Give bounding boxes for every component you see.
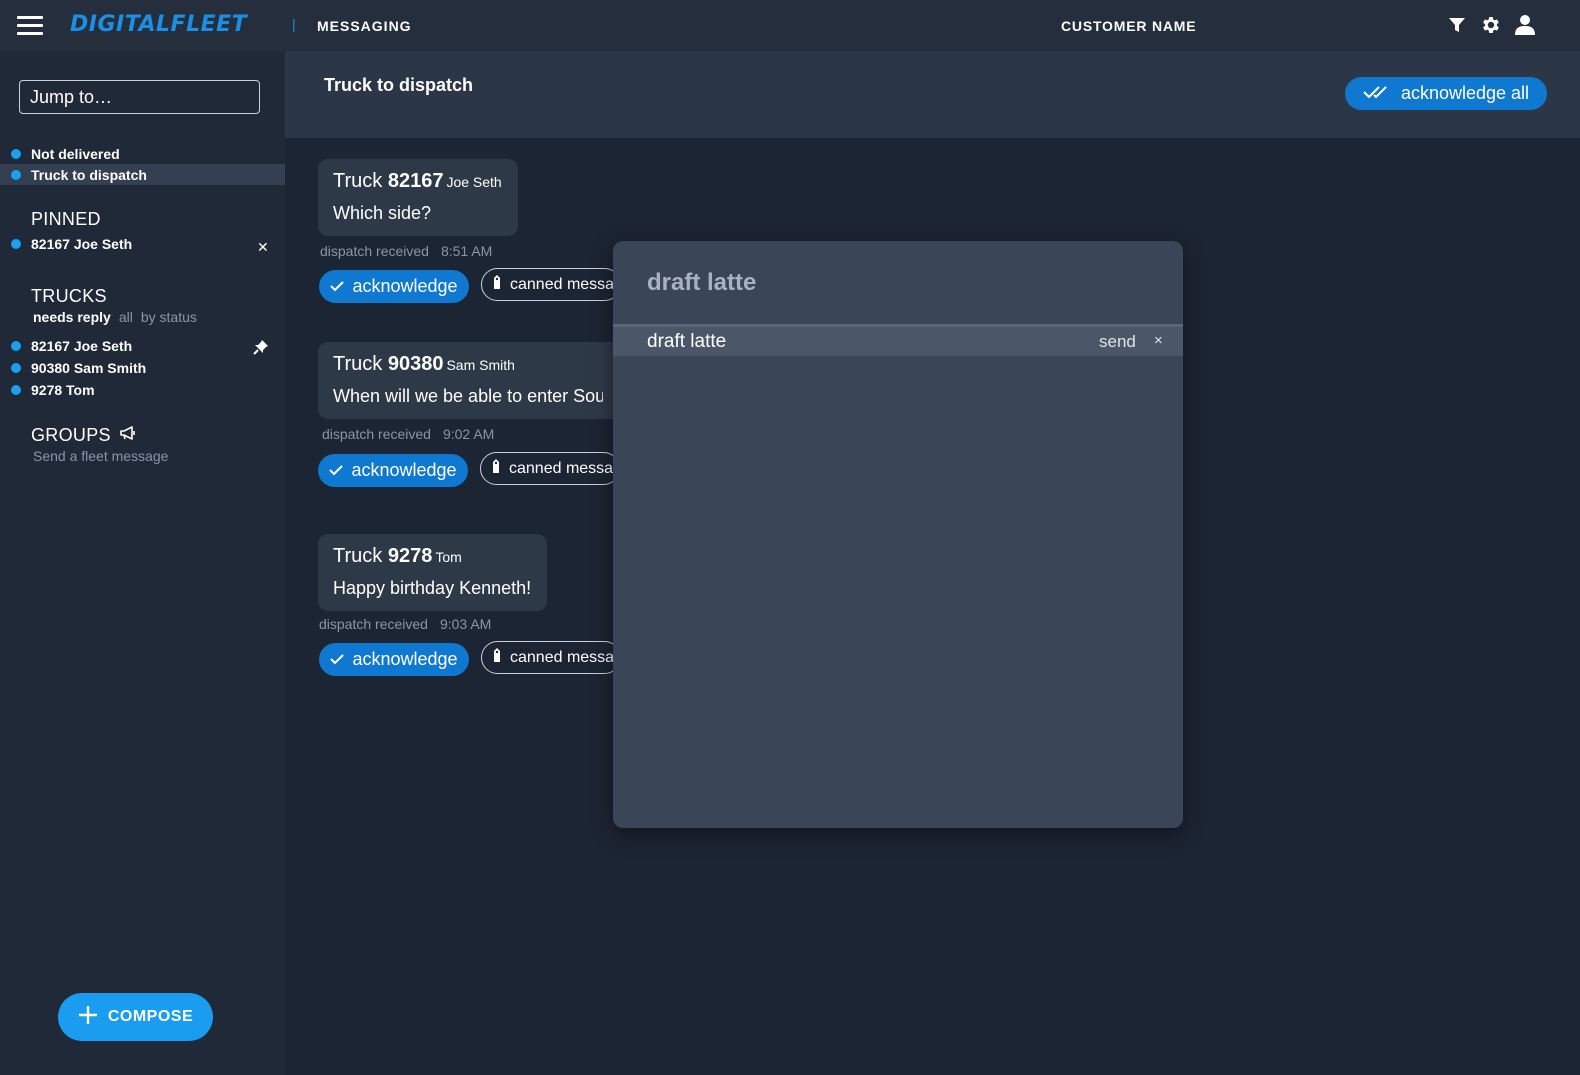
draft-text: draft latte (647, 330, 727, 352)
acknowledge-all-label: acknowledge all (1400, 83, 1530, 103)
hamburger-menu-icon[interactable] (17, 16, 43, 36)
status-dot-icon (11, 362, 21, 373)
canned-message-button[interactable]: canned message (481, 268, 621, 301)
pinned-heading: PINNED (31, 209, 101, 229)
truck-item-82167[interactable]: 82167 Joe Seth (0, 335, 250, 356)
truck-number: 9278 (387, 545, 433, 567)
jump-to-input[interactable] (19, 80, 260, 114)
delivery-status: dispatch received (320, 243, 429, 259)
tag-icon (492, 647, 502, 668)
message-text: When will we be able to enter South (333, 386, 603, 406)
status-dot-icon (11, 148, 21, 159)
tag-icon (491, 458, 501, 479)
check-icon (329, 460, 344, 481)
canned-message-label: canned message (510, 275, 621, 293)
message-bubble: Truck 9278 Tom Happy birthday Kenneth! (318, 534, 547, 611)
sidebar-item-label: 90380 Sam Smith (31, 359, 147, 376)
filter-by-status[interactable]: by status (141, 309, 197, 325)
send-button[interactable]: send (1099, 332, 1136, 352)
driver-name: Tom (435, 549, 462, 565)
acknowledge-button[interactable]: acknowledge (319, 643, 469, 676)
truck-item-9278[interactable]: 9278 Tom (0, 379, 285, 400)
sidebar-item-label: 82167 Joe Seth (31, 235, 133, 252)
delivery-status: dispatch received (319, 616, 428, 632)
tag-icon (492, 274, 502, 295)
groups-heading-label: GROUPS (31, 425, 111, 445)
sidebar-item-label: Not delivered (31, 145, 120, 162)
canned-message-label: canned message (509, 459, 620, 477)
draft-modal: draft latte draft latte send × (613, 241, 1183, 828)
top-bar: DIGITALFLEET | MESSAGING CUSTOMER NAME (0, 0, 1580, 51)
sidebar-item-label: Truck to dispatch (31, 166, 147, 183)
compose-label: COMPOSE (107, 1008, 194, 1025)
message-meta: dispatch received 9:03 AM (319, 616, 491, 632)
message-bubble: Truck 82167 Joe Seth Which side? (318, 159, 518, 236)
driver-name: Sam Smith (446, 357, 515, 373)
brand-logo: DIGITALFLEET (70, 12, 248, 37)
main-header: Truck to dispatch acknowledge all (285, 51, 1580, 138)
brand-separator: | (292, 16, 296, 32)
check-icon (330, 649, 345, 670)
acknowledge-all-button[interactable]: acknowledge all (1345, 77, 1547, 110)
message-text: Which side? (333, 203, 432, 223)
message-time: 8:51 AM (440, 243, 493, 259)
sidebar-item-truck-to-dispatch[interactable]: Truck to dispatch (0, 164, 285, 185)
acknowledge-label: acknowledge (351, 460, 457, 480)
message-time: 9:02 AM (442, 426, 495, 442)
message-text: Happy birthday Kenneth! (333, 578, 532, 598)
groups-heading: GROUPS (31, 425, 137, 446)
sidebar-item-label: 9278 Tom (31, 381, 95, 398)
user-icon[interactable] (1514, 14, 1536, 36)
truck-number: 82167 (387, 170, 444, 192)
close-icon[interactable]: × (1154, 332, 1163, 349)
delivery-status: dispatch received (322, 426, 431, 442)
double-check-icon (1363, 83, 1393, 104)
driver-name: Joe Seth (446, 174, 502, 190)
canned-message-button[interactable]: canned message (480, 452, 620, 485)
gear-icon[interactable] (1480, 14, 1502, 36)
page-title: Truck to dispatch (324, 75, 474, 95)
status-dot-icon (11, 169, 21, 180)
message-header: Truck 82167 Joe Seth (333, 170, 502, 192)
message-header: Truck 9278 Tom (333, 545, 462, 567)
filter-needs-reply[interactable]: needs reply (33, 309, 111, 325)
status-dot-icon (11, 340, 21, 351)
customer-name[interactable]: CUSTOMER NAME (1061, 18, 1196, 34)
plus-icon (78, 1005, 98, 1030)
megaphone-icon (119, 425, 137, 446)
message-header: Truck 90380 Sam Smith (333, 353, 515, 375)
message-time: 9:03 AM (439, 616, 492, 632)
draft-row[interactable]: draft latte send × (613, 324, 1183, 356)
check-icon (330, 276, 345, 297)
status-dot-icon (11, 384, 21, 395)
acknowledge-button[interactable]: acknowledge (318, 454, 468, 487)
message-meta: dispatch received 8:51 AM (320, 243, 492, 259)
message-bubble: Truck 90380 Sam Smith When will we be abl… (318, 342, 618, 419)
compose-button[interactable]: COMPOSE (58, 993, 213, 1041)
truck-item-90380[interactable]: 90380 Sam Smith (0, 357, 285, 378)
sidebar-item-not-delivered[interactable]: Not delivered (0, 143, 285, 164)
canned-message-button[interactable]: canned message (481, 641, 621, 674)
top-icons (1446, 14, 1536, 36)
section-title: MESSAGING (317, 18, 412, 34)
send-fleet-message-link[interactable]: Send a fleet message (33, 448, 168, 464)
sidebar: Not delivered Truck to dispatch PINNED 8… (0, 51, 285, 1075)
acknowledge-label: acknowledge (352, 649, 458, 669)
message-meta: dispatch received 9:02 AM (322, 426, 494, 442)
truck-filters: needs reply all by status (33, 309, 197, 325)
truck-number: 90380 (387, 353, 444, 375)
filter-all[interactable]: all (119, 309, 133, 325)
acknowledge-label: acknowledge (352, 276, 458, 296)
unpin-close-icon[interactable]: ✕ (257, 239, 269, 256)
acknowledge-button[interactable]: acknowledge (319, 270, 469, 303)
canned-message-label: canned message (510, 648, 621, 666)
trucks-heading: TRUCKS (31, 286, 107, 306)
filter-icon[interactable] (1446, 14, 1468, 36)
status-dot-icon (11, 238, 21, 249)
modal-title: draft latte (647, 269, 757, 296)
pinned-item-82167[interactable]: 82167 Joe Seth (0, 233, 250, 254)
sidebar-item-label: 82167 Joe Seth (31, 337, 133, 354)
